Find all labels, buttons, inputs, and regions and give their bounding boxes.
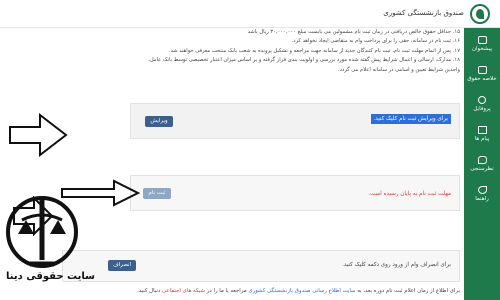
mail-icon xyxy=(477,126,487,134)
note-line: ۱۶. ثبت نام در سامانه، حقی را برای پرداخ… xyxy=(291,38,460,45)
brand-title: صندوق بازنشستگی کشوری xyxy=(383,9,464,17)
sidebar-item-label: پیشخوان xyxy=(471,46,493,52)
cancel-message: برای انصراف وام از ورود روی دکمه کلیک کن… xyxy=(342,262,451,268)
cancel-panel: برای انصراف وام از ورود روی دکمه کلیک کن… xyxy=(62,250,460,282)
note-line: ۱۵. حداقل حقوق خالص دریافتی در زمان ثبت … xyxy=(247,29,460,35)
sidebar: پیشخوان خلاصه حقوق پروفایل پیام ها نظرسن… xyxy=(464,28,500,300)
top-header: صندوق بازنشستگی کشوری xyxy=(0,0,500,28)
justice-scales-logo-icon xyxy=(6,196,78,268)
note-line: واجدین شرایط تعیین و اسامی در سامانه اعل… xyxy=(337,66,460,73)
footer-text: برای اطلاع از زمان اعلام ثبت نام دوره بع… xyxy=(357,288,460,294)
user-icon xyxy=(478,96,486,104)
sidebar-item-messages[interactable]: پیام ها xyxy=(464,120,500,148)
comment-icon xyxy=(477,156,487,164)
sidebar-item-dashboard[interactable]: پیشخوان xyxy=(464,30,500,58)
register-button[interactable]: ثبت نام xyxy=(143,188,171,199)
note-line: ۱۸. مدارک، ارسالی و اعمال شرایط پیش گفته… xyxy=(148,57,460,64)
arrow-right-icon xyxy=(9,113,68,157)
sidebar-item-label: پیام ها xyxy=(474,136,490,142)
sidebar-item-label: پروفایل xyxy=(473,106,491,112)
sidebar-item-label: راهنما xyxy=(475,196,489,202)
watermark-text: سایت حقوقی دینا xyxy=(6,271,95,282)
watermark: سایت حقوقی دینا xyxy=(0,190,95,300)
footer-text: مراجعه یا ما را در xyxy=(206,288,247,294)
terms-notes: ۱۵. حداقل حقوق خالص دریافتی در زمان ثبت … xyxy=(140,28,460,75)
main-content: ۱۵. حداقل حقوق خالص دریافتی در زمان ثبت … xyxy=(56,28,460,300)
sidebar-item-survey[interactable]: نظرسنجی xyxy=(464,150,500,178)
edit-button[interactable]: ویرایش xyxy=(145,116,173,127)
social-networks-link[interactable]: شبکه های اجتماعی xyxy=(162,288,205,294)
sidebar-item-label: خلاصه حقوق xyxy=(467,76,497,82)
sidebar-item-profile[interactable]: پروفایل xyxy=(464,90,500,118)
sidebar-item-salary-summary[interactable]: خلاصه حقوق xyxy=(464,60,500,88)
edit-message: برای ویرایش ثبت نام کلیک کنید. xyxy=(370,114,451,124)
home-icon xyxy=(477,36,487,44)
sidebar-item-label: نظرسنجی xyxy=(470,166,494,172)
cancel-button[interactable]: انصراف xyxy=(108,260,136,271)
edit-panel: برای ویرایش ثبت نام کلیک کنید. ویرایش xyxy=(130,103,460,139)
sidebar-item-help[interactable]: راهنما xyxy=(464,180,500,208)
logo-icon[interactable] xyxy=(470,4,490,24)
help-icon xyxy=(477,186,487,194)
footer-note: برای اطلاع از زمان اعلام ثبت نام دوره بع… xyxy=(56,288,460,294)
registration-closed-message: مهلت ثبت نام به پایان رسیده است. xyxy=(368,191,451,197)
footer-text: دنبال کنید. xyxy=(137,288,161,294)
note-line: ۱۷. پس از اتمام مهلت ثبت نام، ثبت نام کن… xyxy=(168,47,460,54)
document-icon xyxy=(477,66,487,74)
register-panel: مهلت ثبت نام به پایان رسیده است. ثبت نام xyxy=(130,175,460,211)
info-site-link[interactable]: سایت اطلاع رسانی صندوق بازنشستگی کشوری xyxy=(248,288,355,294)
